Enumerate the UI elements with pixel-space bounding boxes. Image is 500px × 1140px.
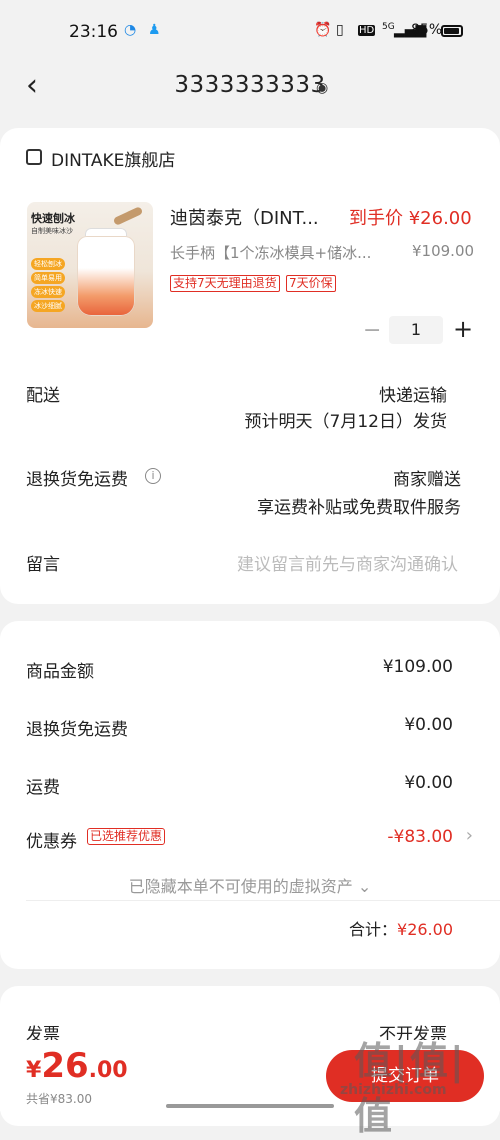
shipping-label: 配送: [26, 386, 60, 406]
alarm-icon: ⏰: [314, 22, 332, 38]
product-handle-graphic: [112, 206, 144, 226]
final-price: 到手价 ¥26.00: [349, 208, 472, 229]
header: ‹ 3333333333 ◉: [0, 60, 500, 116]
status-time: 23:16: [69, 22, 118, 42]
status-bar: 23:16 ◔ ♟ ⏰ ▯ HD 5G ▂▄▆ 85%: [0, 0, 500, 60]
home-indicator[interactable]: [166, 1104, 334, 1108]
battery-percent: 85%: [411, 22, 443, 38]
product-image-tag: 轻松刨冰: [31, 258, 65, 270]
shipping-eta: 预计明天（7月12日）发货: [244, 412, 447, 432]
qq-icon: ♟: [148, 22, 161, 38]
coupon-tag: 已选推荐优惠: [87, 828, 166, 845]
product-spec[interactable]: 长手柄【1个冻冰模具+储冰...: [170, 242, 371, 263]
product-image-tag: 简单易用: [31, 272, 65, 284]
freight-value: ¥0.00: [404, 773, 453, 793]
price-protect-badge: 7天价保: [286, 275, 336, 292]
order-item-card: DINTAKE旗舰店 快速刨冰 自制美味冰沙 轻松刨冰 简单易用 冻冰快速 冰沙…: [0, 128, 500, 604]
location-icon: ◉: [316, 80, 329, 96]
product-title[interactable]: 迪茵泰克（DINT...: [170, 204, 319, 230]
product-jar-graphic: [77, 236, 135, 316]
return-shipping-value: 商家赠送: [393, 470, 461, 490]
quantity-input[interactable]: 1: [389, 316, 443, 344]
price-summary-card: 商品金额 ¥109.00 退换货免运费 ¥0.00 运费 ¥0.00 优惠券 已…: [0, 621, 500, 969]
info-icon[interactable]: i: [145, 468, 161, 484]
return-fee-value: ¥0.00: [404, 715, 453, 735]
note-input[interactable]: 建议留言前先与商家沟通确认: [237, 550, 458, 575]
return-shipping-desc: 享运费补贴或免费取件服务: [257, 498, 461, 518]
freight-label: 运费: [26, 778, 60, 798]
quantity-increase-button[interactable]: +: [453, 315, 473, 343]
app-notification-icon: ◔: [124, 22, 137, 38]
coupon-label: 优惠券: [26, 832, 77, 852]
coupon-value[interactable]: -¥83.00: [387, 827, 453, 847]
shipping-method: 快递运输: [379, 386, 447, 406]
store-name[interactable]: DINTAKE旗舰店: [51, 146, 175, 171]
chevron-right-icon[interactable]: ›: [466, 825, 473, 846]
product-image[interactable]: 快速刨冰 自制美味冰沙 轻松刨冰 简单易用 冻冰快速 冰沙细腻: [27, 202, 153, 328]
battery-icon: [441, 25, 463, 37]
return-fee-label: 退换货免运费: [26, 720, 128, 740]
total-label: 合计：: [349, 920, 398, 939]
hidden-assets-text: 已隐藏本单不可使用的虚拟资产: [128, 877, 353, 896]
divider: [26, 900, 500, 901]
saved-amount: 共省¥83.00: [26, 1092, 92, 1106]
product-image-tag: 冻冰快速: [31, 286, 65, 298]
store-icon: [26, 149, 42, 165]
note-label: 留言: [26, 555, 60, 575]
chevron-down-icon: ⌄: [357, 877, 372, 896]
vibrate-icon: ▯: [336, 22, 344, 38]
address-title[interactable]: 3333333333: [0, 72, 500, 98]
product-image-title: 快速刨冰: [31, 212, 75, 225]
return-shipping-label: 退换货免运费: [26, 470, 128, 490]
watermark-site: zhizhizhi.com: [340, 1082, 447, 1098]
return-badge: 支持7天无理由退货: [170, 275, 280, 292]
hidden-assets-toggle[interactable]: 已隐藏本单不可使用的虚拟资产 ⌄: [0, 873, 500, 897]
total-value: ¥26.00: [397, 920, 453, 939]
product-image-subtitle: 自制美味冰沙: [31, 227, 73, 235]
pay-price: ¥26.00: [26, 1046, 128, 1086]
goods-amount-value: ¥109.00: [382, 657, 453, 677]
quantity-decrease-button[interactable]: −: [363, 318, 381, 343]
hd-icon: HD: [358, 25, 376, 36]
goods-amount-label: 商品金额: [26, 662, 94, 682]
network-type: 5G: [382, 22, 395, 32]
total-row: 合计：¥26.00: [349, 916, 453, 940]
product-image-tag: 冰沙细腻: [31, 300, 65, 312]
original-price: ¥109.00: [412, 242, 475, 260]
